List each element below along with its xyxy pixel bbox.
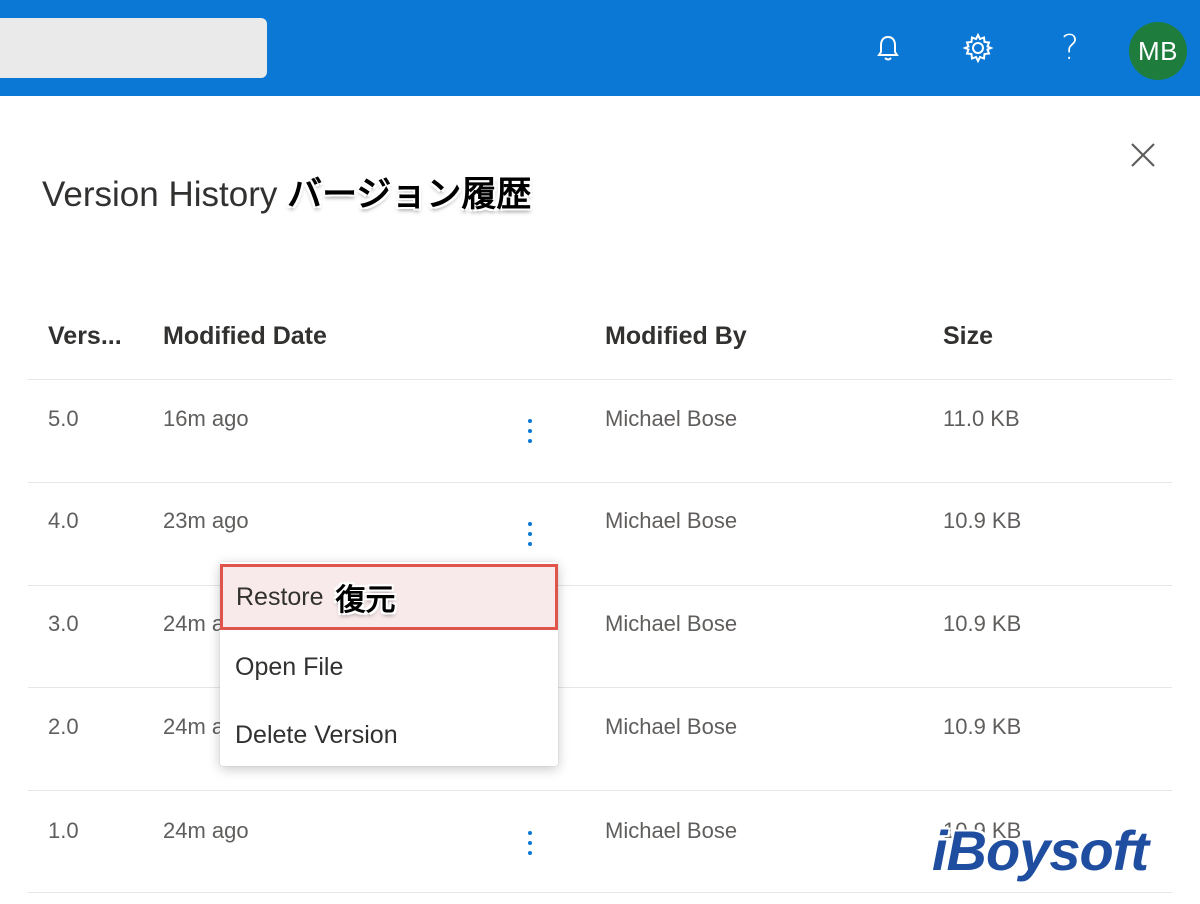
version-cell: 4.0 <box>48 508 79 533</box>
column-header-modified-by[interactable]: Modified By <box>605 322 747 351</box>
help-icon[interactable]: ? <box>1050 28 1090 68</box>
column-header-size[interactable]: Size <box>943 322 993 351</box>
more-options-button[interactable] <box>515 823 545 863</box>
watermark-logo: iBoysoft <box>932 819 1149 882</box>
delete-version-menu-item[interactable]: Delete Version <box>220 705 558 765</box>
version-cell: 3.0 <box>48 611 79 636</box>
size-cell: 11.0 KB <box>943 406 1020 431</box>
size-cell: 10.9 KB <box>943 714 1022 739</box>
title-annotation: バージョン履歴 <box>287 175 532 214</box>
column-header-version[interactable]: Vers... <box>48 322 122 351</box>
version-cell: 2.0 <box>48 714 79 739</box>
size-cell: 10.9 KB <box>943 508 1022 533</box>
modified-date-cell: 16m ago <box>163 406 249 431</box>
divider <box>28 687 1172 688</box>
restore-menu-item[interactable]: Restore 復元 <box>220 564 558 630</box>
bell-icon[interactable] <box>868 28 908 68</box>
divider <box>28 790 1172 791</box>
modified-date-cell: 24m a <box>163 611 225 636</box>
column-header-modified-date[interactable]: Modified Date <box>163 322 327 351</box>
modified-by-cell: Michael Bose <box>605 818 738 843</box>
more-options-button[interactable] <box>515 411 545 451</box>
divider <box>28 379 1172 380</box>
context-menu: Restore 復元 Open File Delete Version <box>220 562 558 766</box>
modified-by-cell: Michael Bose <box>605 508 738 533</box>
version-cell: 5.0 <box>48 406 79 431</box>
open-file-menu-item[interactable]: Open File <box>220 637 558 697</box>
close-button[interactable] <box>1122 134 1164 176</box>
restore-annotation: 復元 <box>335 584 396 617</box>
restore-label: Restore <box>236 582 324 611</box>
top-bar: ? MB <box>0 0 1200 96</box>
size-cell: 10.9 KB <box>943 611 1022 636</box>
version-cell: 1.0 <box>48 818 79 843</box>
modified-date-cell: 23m ago <box>163 508 249 533</box>
divider <box>28 585 1172 586</box>
divider <box>28 892 1172 893</box>
modified-date-cell: 24m a <box>163 714 225 739</box>
avatar[interactable]: MB <box>1129 22 1187 80</box>
gear-icon[interactable] <box>958 28 998 68</box>
modified-by-cell: Michael Bose <box>605 611 738 636</box>
search-box[interactable] <box>0 18 267 78</box>
panel-title: Version History バージョン履歴 <box>42 166 531 217</box>
modified-by-cell: Michael Bose <box>605 406 738 431</box>
close-icon <box>1131 143 1155 167</box>
more-options-button[interactable] <box>515 514 545 554</box>
divider <box>28 482 1172 483</box>
panel-title-text: Version History <box>42 175 278 214</box>
modified-by-cell: Michael Bose <box>605 714 738 739</box>
modified-date-cell: 24m ago <box>163 818 249 843</box>
